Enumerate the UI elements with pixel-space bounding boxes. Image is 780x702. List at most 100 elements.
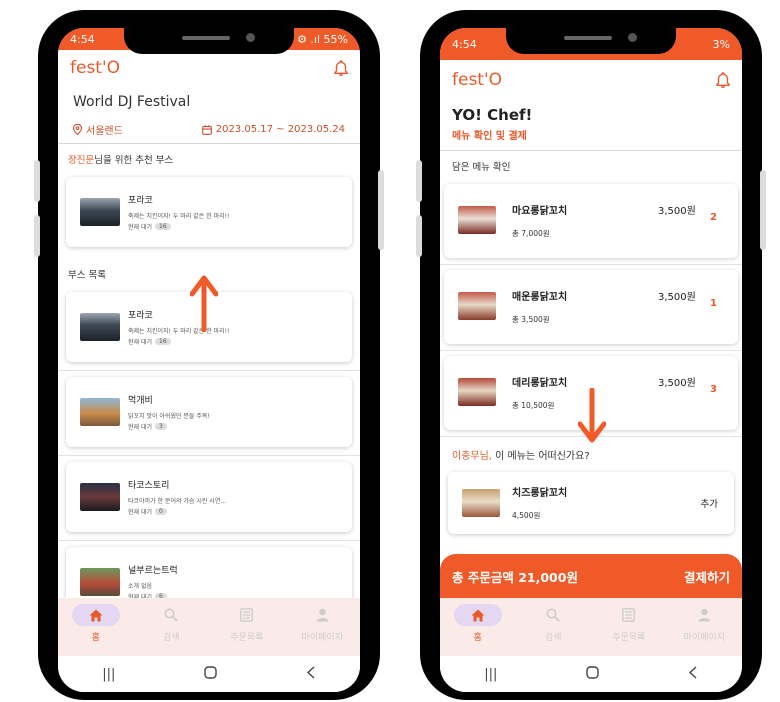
nav-label: 홈 bbox=[473, 633, 482, 643]
menu-total: 총 10,500원 bbox=[512, 401, 555, 410]
bell-icon[interactable] bbox=[716, 72, 730, 88]
booth-name: 널부르는트럭 bbox=[128, 566, 178, 576]
page-subtitle: 메뉴 확인 및 결제 bbox=[452, 131, 527, 142]
cart-item-card[interactable]: 매운롱닭꼬치 3,500원 총 3,500원 1 bbox=[444, 270, 738, 344]
nav-home[interactable]: 홈 bbox=[440, 598, 516, 656]
status-time: 4:54 bbox=[452, 37, 477, 51]
app-title: fest'O bbox=[70, 58, 121, 78]
wait-count-badge: 0 bbox=[155, 508, 167, 515]
booth-desc: 타코야끼가 한 문어의 가슴 시린 사연... bbox=[128, 498, 227, 505]
home-button-icon[interactable] bbox=[586, 665, 599, 683]
add-button[interactable]: 추가 bbox=[701, 496, 718, 510]
back-icon[interactable] bbox=[306, 665, 316, 683]
recommend-section-title: 장진문님을 위한 추천 부스 bbox=[58, 144, 360, 171]
app-bar: fest'O bbox=[58, 50, 360, 86]
menu-quantity[interactable]: 2 bbox=[710, 212, 717, 223]
right-screen: 4:54 3% fest'O YO! Chef! 메뉴 확인 및 결제 담은 메… bbox=[440, 28, 742, 692]
divider bbox=[440, 350, 742, 351]
booth-thumbnail bbox=[80, 483, 120, 511]
search-icon bbox=[529, 604, 577, 626]
wait-count-badge: 16 bbox=[155, 338, 171, 345]
booth-thumbnail bbox=[80, 398, 120, 426]
home-button-icon[interactable] bbox=[204, 665, 217, 683]
recommended-booth-card[interactable]: 포라코 축제는 치킨이지! 두 마리 같은 한 마리!! 현재 대기 16 bbox=[66, 177, 352, 247]
menu-name: 매운롱닭꼬치 bbox=[512, 292, 568, 303]
power-button bbox=[378, 170, 384, 250]
receipt-icon bbox=[223, 604, 271, 626]
booth-name: 타코스토리 bbox=[128, 481, 170, 491]
rec-menu-price: 4,500원 bbox=[512, 511, 541, 520]
nav-mypage[interactable]: 마이페이지 bbox=[667, 598, 743, 656]
right-phone-frame: 4:54 3% fest'O YO! Chef! 메뉴 확인 및 결제 담은 메… bbox=[416, 10, 766, 700]
menu-total: 총 3,500원 bbox=[512, 315, 550, 324]
booth-name: 먹개비 bbox=[128, 396, 153, 406]
notch bbox=[506, 28, 676, 54]
booth-thumbnail bbox=[80, 568, 120, 596]
nav-orders[interactable]: 주문목록 bbox=[591, 598, 667, 656]
wait-label: 현재 대기 bbox=[128, 509, 152, 516]
nav-search[interactable]: 검색 bbox=[134, 598, 210, 656]
booth-card[interactable]: 타코스토리 타코야끼가 한 문어의 가슴 시린 사연... 현재 대기 0 bbox=[66, 462, 352, 532]
booth-thumbnail bbox=[80, 313, 120, 341]
left-phone-frame: 4:54 ⚙ .ıl 55% fest'O World DJ Festival … bbox=[34, 10, 384, 700]
recent-apps-icon[interactable]: ||| bbox=[484, 667, 497, 682]
menu-quantity[interactable]: 1 bbox=[710, 298, 717, 309]
menu-name: 마요롱닭꼬치 bbox=[512, 206, 568, 217]
left-screen: 4:54 ⚙ .ıl 55% fest'O World DJ Festival … bbox=[58, 28, 360, 692]
rec-user-name: 이충무님, bbox=[452, 451, 492, 462]
nav-home[interactable]: 홈 bbox=[58, 598, 134, 656]
status-indicators: 3% bbox=[712, 37, 730, 51]
nav-orders[interactable]: 주문목록 bbox=[209, 598, 285, 656]
recommended-menu-card[interactable]: 치즈롱닭꼬치 4,500원 추가 bbox=[448, 472, 734, 534]
nav-label: 검색 bbox=[162, 633, 180, 643]
bottom-nav: 홈 검색 주문목록 마이페이지 bbox=[440, 598, 742, 656]
back-icon[interactable] bbox=[688, 665, 698, 683]
wait-label: 현재 대기 bbox=[128, 424, 152, 431]
rec-menu-name: 치즈롱닭꼬치 bbox=[512, 488, 568, 499]
order-bar[interactable]: 총 주문금액 21,000원 결제하기 bbox=[440, 554, 742, 598]
cart-item-card[interactable]: 마요롱닭꼬치 3,500원 총 7,000원 2 bbox=[444, 184, 738, 258]
recent-apps-icon[interactable]: ||| bbox=[102, 667, 115, 682]
power-button bbox=[760, 170, 766, 250]
volume-button bbox=[416, 215, 422, 257]
calendar-icon bbox=[201, 124, 212, 135]
home-icon bbox=[453, 604, 502, 626]
volume-button bbox=[416, 160, 422, 202]
recommend-user-name: 장진문 bbox=[68, 155, 95, 166]
nav-label: 주문목록 bbox=[230, 633, 264, 643]
rec-suffix: 이 메뉴는 어떠신가요? bbox=[491, 451, 590, 462]
receipt-icon bbox=[605, 604, 653, 626]
menu-quantity[interactable]: 3 bbox=[710, 384, 717, 395]
order-total: 총 주문금액 21,000원 bbox=[452, 569, 578, 585]
bottom-nav: 홈 검색 주문목록 마이페이지 bbox=[58, 598, 360, 656]
bell-icon[interactable] bbox=[334, 60, 348, 76]
menu-price: 3,500원 bbox=[658, 292, 696, 303]
nav-label: 마이페이지 bbox=[683, 633, 725, 643]
location-pin-icon bbox=[73, 124, 82, 135]
status-time: 4:54 bbox=[70, 32, 95, 46]
cart-title: 담은 메뉴 확인 bbox=[452, 162, 511, 173]
search-icon bbox=[147, 604, 195, 626]
wait-label: 현재 대기 bbox=[128, 224, 152, 231]
booth-title: YO! Chef! bbox=[452, 106, 533, 124]
wait-count-badge: 16 bbox=[155, 223, 171, 230]
app-bar: fest'O bbox=[440, 60, 742, 100]
divider bbox=[440, 264, 742, 265]
menu-thumbnail bbox=[458, 206, 496, 234]
scroll-up-arrow-icon bbox=[189, 274, 219, 336]
app-title: fest'O bbox=[452, 70, 503, 90]
nav-search[interactable]: 검색 bbox=[516, 598, 592, 656]
status-indicators: ⚙ .ıl 55% bbox=[297, 32, 348, 46]
divider bbox=[58, 370, 360, 371]
nav-mypage[interactable]: 마이페이지 bbox=[285, 598, 361, 656]
festival-info: 서울랜드 2023.05.17 ~ 2023.05.24 bbox=[58, 110, 360, 143]
system-nav-bar: ||| bbox=[58, 656, 360, 692]
volume-button bbox=[34, 160, 40, 202]
volume-button bbox=[34, 215, 40, 257]
menu-name: 데리롱닭꼬치 bbox=[512, 378, 568, 389]
booth-card[interactable]: 먹개비 닭꼬치 맛이 아쉬웠던 분들 주목! 현재 대기 3 bbox=[66, 377, 352, 447]
booth-desc: 닭꼬치 맛이 아쉬웠던 분들 주목! bbox=[128, 413, 210, 420]
booth-thumbnail bbox=[80, 198, 120, 226]
scroll-down-arrow-icon bbox=[577, 387, 607, 448]
pay-button[interactable]: 결제하기 bbox=[684, 567, 730, 586]
